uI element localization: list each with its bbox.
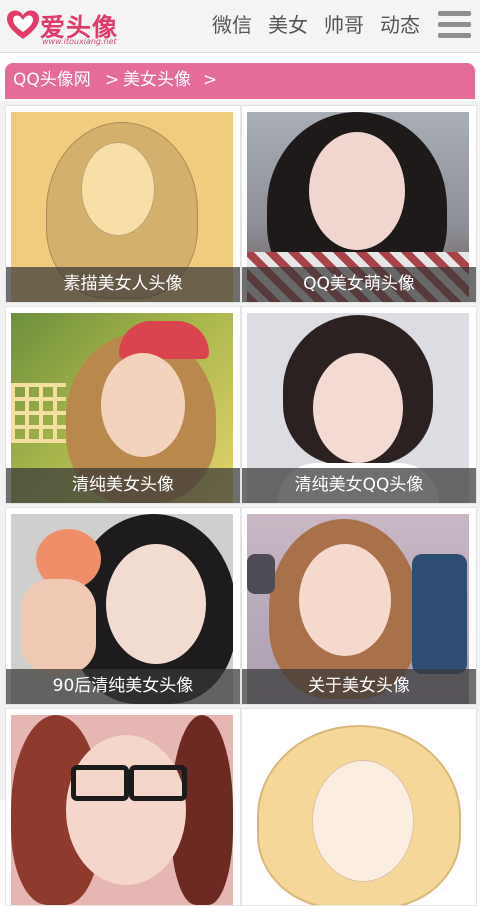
nav-item-wechat[interactable]: 微信 [212,11,252,41]
tile-caption: 素描美女人头像 [6,267,240,302]
breadcrumb-category-link[interactable]: 美女头像 [123,69,191,91]
nav-item-handsome[interactable]: 帅哥 [324,11,364,41]
breadcrumb-separator: > [105,70,120,90]
avatar-image [11,715,233,905]
hamburger-menu-icon[interactable] [438,11,471,39]
tile-caption: 清纯美女QQ头像 [242,468,476,503]
menu-bar [438,11,471,16]
nav-item-animated[interactable]: 动态 [380,11,420,41]
logo-url: www.itouxiang.net [42,37,117,46]
tile-caption: 清纯美女头像 [6,468,240,503]
avatar-image [247,715,469,905]
avatar-tile[interactable]: 清纯美女QQ头像 [241,306,477,504]
heart-logo-icon [7,10,39,39]
avatar-tile[interactable]: 90后清纯美女头像 [5,507,241,705]
breadcrumb-separator: > [203,70,218,90]
app-header: 爱头像 www.itouxiang.net 微信 美女 帅哥 动态 [0,0,480,53]
tile-caption: QQ美女萌头像 [242,267,476,302]
avatar-tile[interactable]: QQ美女萌头像 [241,105,477,303]
avatar-tile[interactable]: 清纯美女头像 [5,306,241,504]
top-nav: 微信 美女 帅哥 动态 [212,11,436,41]
site-logo[interactable]: 爱头像 www.itouxiang.net [6,6,136,46]
avatar-tile[interactable] [241,708,477,906]
tile-caption: 90后清纯美女头像 [6,669,240,704]
tile-caption: 关于美女头像 [242,669,476,704]
avatar-tile[interactable]: 素描美女人头像 [5,105,241,303]
avatar-grid: 素描美女人头像 QQ美女萌头像 清纯美女头像 清纯美女QQ头像 90后清纯美女头… [0,101,480,906]
menu-bar [438,22,471,27]
avatar-tile[interactable]: 关于美女头像 [241,507,477,705]
menu-bar [438,33,471,38]
breadcrumb-home-link[interactable]: QQ头像网 [13,69,91,91]
nav-item-beauty[interactable]: 美女 [268,11,308,41]
breadcrumb: QQ头像网 > 美女头像 > [5,63,475,99]
avatar-tile[interactable] [5,708,241,906]
